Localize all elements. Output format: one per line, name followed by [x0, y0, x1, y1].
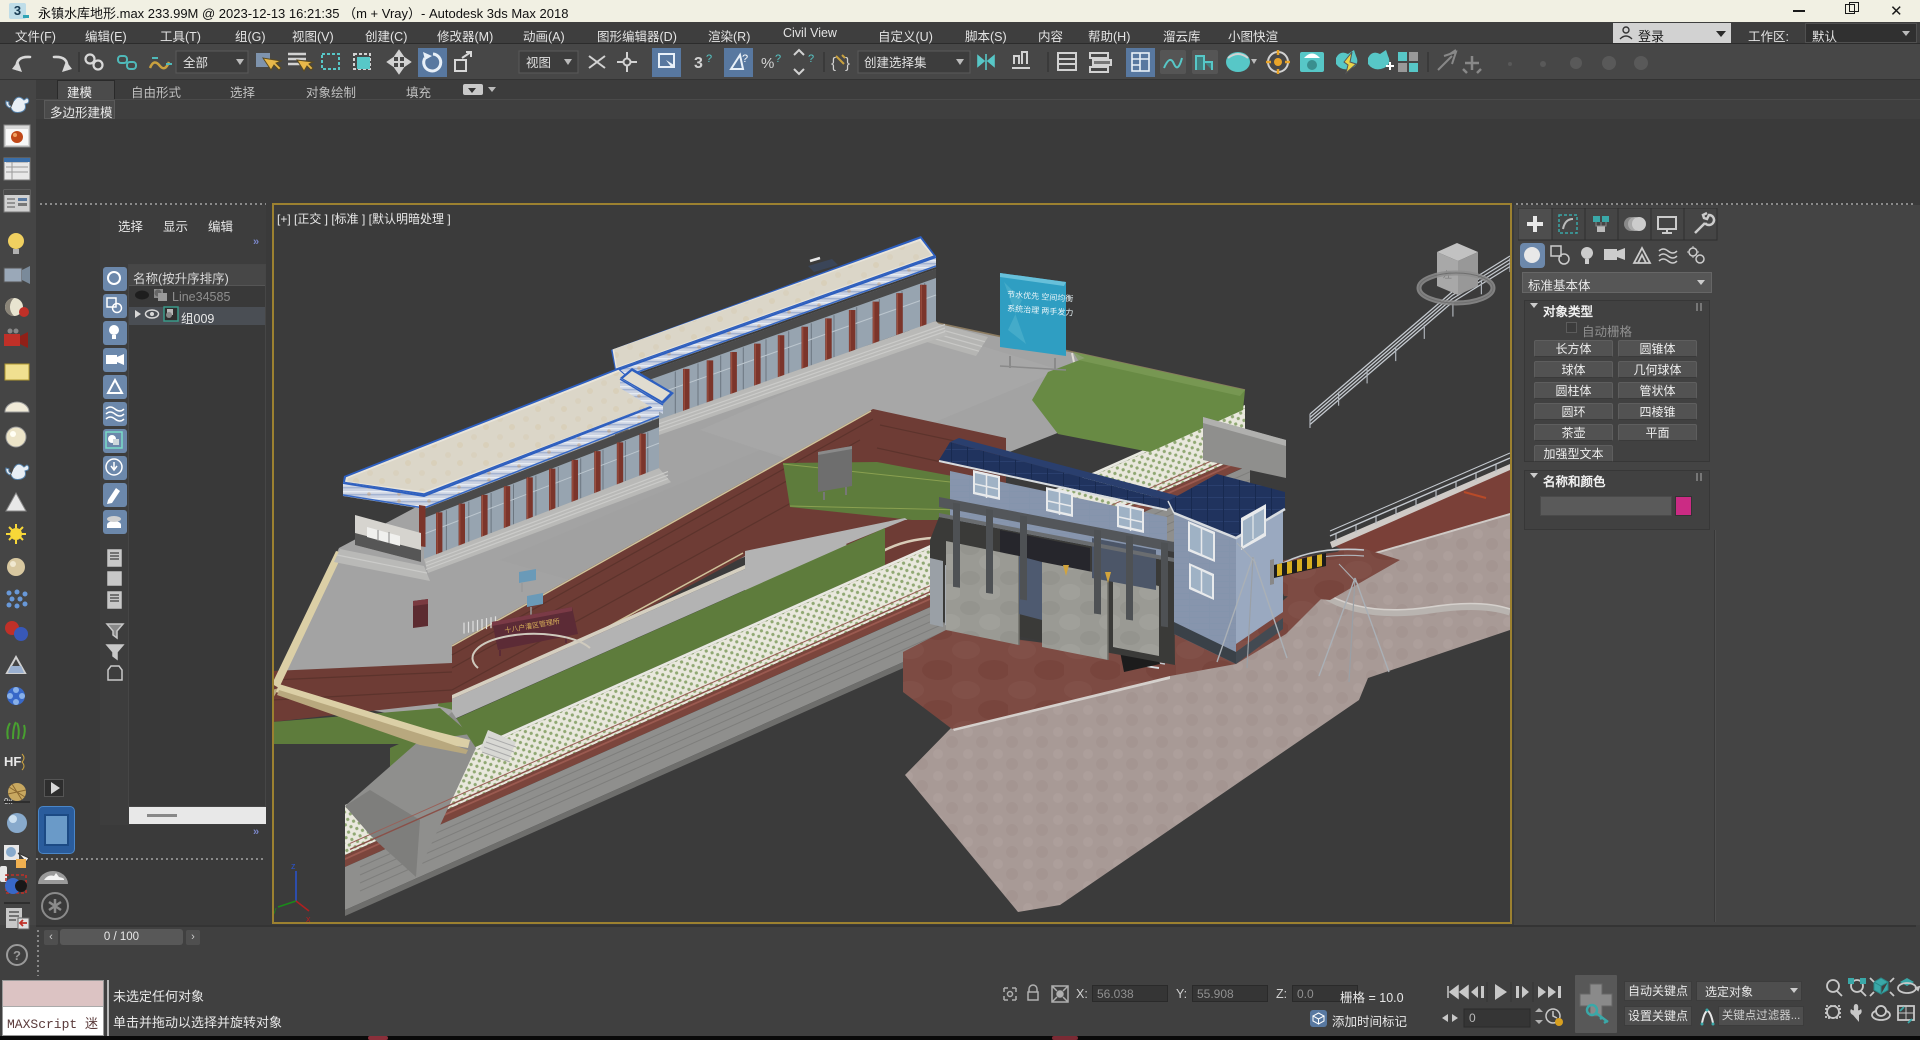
- svg-text:3: 3: [694, 55, 703, 72]
- svg-text:?: ?: [742, 53, 748, 65]
- svg-text:0: 0: [1469, 1011, 1476, 1025]
- svg-text:视图: 视图: [526, 55, 551, 70]
- svg-text:{: {: [831, 55, 836, 72]
- svg-text:z: z: [291, 861, 296, 871]
- svg-text:?: ?: [775, 53, 781, 65]
- svg-text:?: ?: [706, 53, 712, 65]
- svg-text:}: }: [845, 55, 850, 72]
- svg-text:HF: HF: [4, 754, 21, 769]
- svg-text:全部: 全部: [183, 55, 208, 70]
- svg-text:[+] [正交 ] [标准 ] [默认明暗处理 ]: [+] [正交 ] [标准 ] [默认明暗处理 ]: [277, 211, 451, 226]
- svg-text:?: ?: [808, 53, 814, 65]
- svg-text:%: %: [761, 55, 774, 72]
- svg-text:?: ?: [13, 948, 21, 963]
- svg-text:创建选择集: 创建选择集: [864, 55, 927, 70]
